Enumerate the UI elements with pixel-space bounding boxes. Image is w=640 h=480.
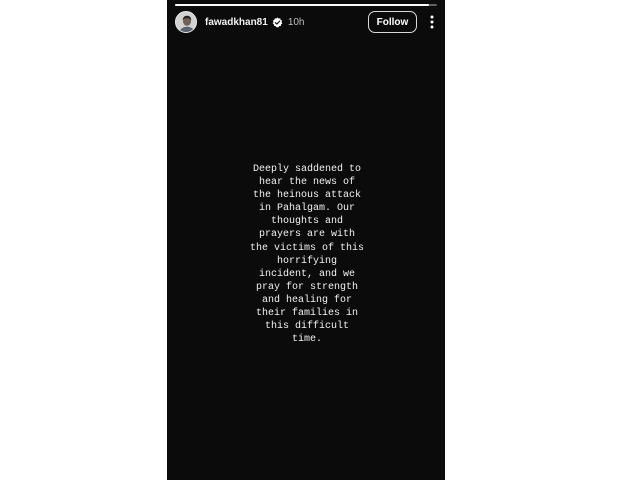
story-viewer[interactable]: fawadkhan81 10h Follow Deeply saddened t… — [167, 0, 445, 480]
story-progress-fill — [175, 4, 430, 6]
avatar[interactable] — [175, 11, 197, 33]
story-timestamp: 10h — [287, 16, 305, 28]
avatar-image — [176, 12, 196, 32]
verified-badge-icon — [272, 16, 283, 28]
username[interactable]: fawadkhan81 — [205, 17, 268, 28]
follow-button[interactable]: Follow — [368, 11, 417, 33]
more-vertical-icon[interactable] — [425, 11, 439, 33]
story-header: fawadkhan81 10h Follow — [175, 11, 439, 33]
story-text: Deeply saddened to hear the news of the … — [249, 164, 365, 346]
story-progress-bar — [175, 4, 437, 6]
page: fawadkhan81 10h Follow Deeply saddened t… — [0, 0, 640, 480]
